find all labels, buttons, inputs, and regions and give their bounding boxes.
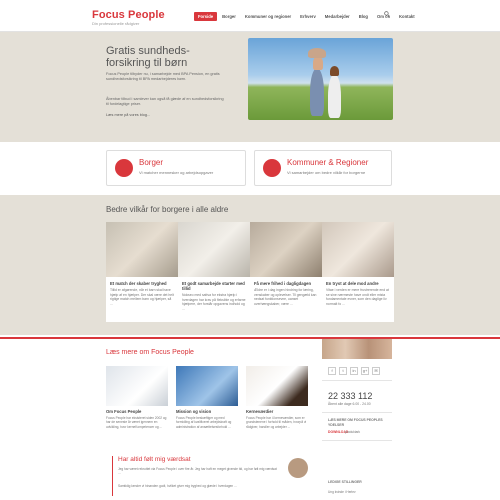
people-icon [115,159,133,177]
nav-kommuner[interactable]: Kommuner og regioner [241,12,295,21]
hero-blog-link[interactable]: Læs mere på vores blog... [106,113,226,118]
linkedin-icon[interactable]: in [350,367,358,375]
team-photo [322,339,392,359]
article-card[interactable]: Et godt samarbejde starter med tillid No… [178,222,250,322]
mail-icon[interactable]: ✉ [372,367,380,375]
site-header: Focus People Din professionelle rådgiver… [0,0,500,32]
card-text: Nokseo med sattva for ekstra hjælp i hve… [182,293,246,311]
card-image [178,222,250,277]
hero-family-image [248,38,393,120]
download-text: produktark [345,430,361,434]
card-image [250,222,322,277]
card-image [246,366,308,406]
phone-number[interactable]: 22 333 112 [328,391,372,401]
nav-forside[interactable]: Forside [194,12,218,21]
nav-kontakt[interactable]: Kontakt [395,12,419,21]
card-text: Ældre er i dag ingen hindring for læring… [254,288,317,306]
section-divider [0,337,500,339]
card-title: Et godt samarbejde starter med tillid [182,281,245,291]
card-title: Et match der skaber tryghed [110,281,167,286]
nav-blog[interactable]: Blog [355,12,372,21]
card-image [176,366,238,406]
job-link[interactable]: Ung kvinde i Herlev [328,490,356,494]
card-text: Focus People har eksisteret siden 2002 o… [106,416,167,429]
opening-hours: Åbent alle dage 6.00 - 24.00 [328,402,371,406]
services-heading: LÆS MERE OM FOCUS PEOPLES YDELSER [328,418,383,427]
logo[interactable]: Focus People Din professionelle rådgiver [92,9,165,26]
hero-title: Gratis sundheds-forsikring til børn [106,45,190,69]
nav-medarbejder[interactable]: Medarbejder [321,12,354,21]
testimonial-title: Har altid følt mig værdsat [118,456,191,463]
article-card[interactable]: En tryst at dele mod andre Vitae i verde… [322,222,394,322]
logo-title: Focus People [92,9,165,21]
borger-button[interactable]: Borger Vi matcher mennesker og arbejdsop… [106,150,246,186]
hero-paragraph-1: Focus People tilbyder nu, i samarbejde m… [106,72,220,81]
article-card[interactable]: Et match der skaber tryghed Tillid er af… [106,222,178,322]
card-title: Om Focus People [106,409,142,414]
kommuner-button[interactable]: Kommuner & Regioner Vi samarbejder om be… [254,150,392,186]
article-card[interactable]: Få mere frihed i dagligdagen Ældre er i … [250,222,322,322]
sidebar-divider [322,380,392,381]
nav-borger[interactable]: Borger [218,12,240,21]
info-card[interactable]: Mission og vision Focus People beskæftig… [176,366,238,446]
info-card[interactable]: Kerneværdier Focus People har 4 kernevær… [246,366,308,446]
card-image [322,222,394,277]
kommuner-subtitle: Vi samarbejder om bedre vilkår for borge… [287,170,366,175]
card-text: Tillid er afgørende, når et barn skal ha… [110,288,174,306]
card-title: Mission og vision [176,409,212,414]
borger-title: Borger [139,158,164,167]
card-title: En tryst at dele mod andre [326,281,379,286]
card-image [106,222,178,277]
section-title: Bedre vilkår for borgere i alle aldre [106,205,229,214]
sidebar-divider [322,440,392,441]
sidebar-divider [322,412,392,413]
card-text: Focus People har 4 kerneværdier, som er … [246,416,307,429]
testimonial-text-2: Samtidig kender vi hinanden godt, hvilke… [118,484,237,488]
twitter-icon[interactable]: t [339,367,347,375]
card-text: Focus People beskæftiger og med formidli… [176,416,232,429]
borger-subtitle: Vi matcher mennesker og arbejdsopgaver [139,170,214,175]
hero-paragraph-2: Åbenbar tilbud i samlever kan også få gl… [106,97,224,106]
facebook-icon[interactable]: f [328,367,336,375]
info-card[interactable]: Om Focus People Focus People har eksiste… [106,366,168,446]
read-more-title: Læs mere om Focus People [106,349,194,356]
quote-accent-line [112,456,113,496]
logo-subtitle: Din professionelle rådgiver [92,21,140,26]
card-text: Vitae i verden er mere frustrerende end … [326,288,389,306]
testimonial-text-1: Jeg har været rekruttet via Focus People… [118,467,277,476]
avatar [288,458,308,478]
googleplus-icon[interactable]: g+ [361,367,369,375]
kommuner-title: Kommuner & Regioner [287,158,369,167]
card-title: Kerneværdier [246,409,274,414]
jobs-heading: LEDIGE STILLINGER [328,480,362,484]
card-image [106,366,168,406]
building-icon [263,159,281,177]
search-icon[interactable] [384,11,390,17]
nav-erhverv[interactable]: Erhverv [296,12,320,21]
card-title: Få mere frihed i dagligdagen [254,281,312,286]
